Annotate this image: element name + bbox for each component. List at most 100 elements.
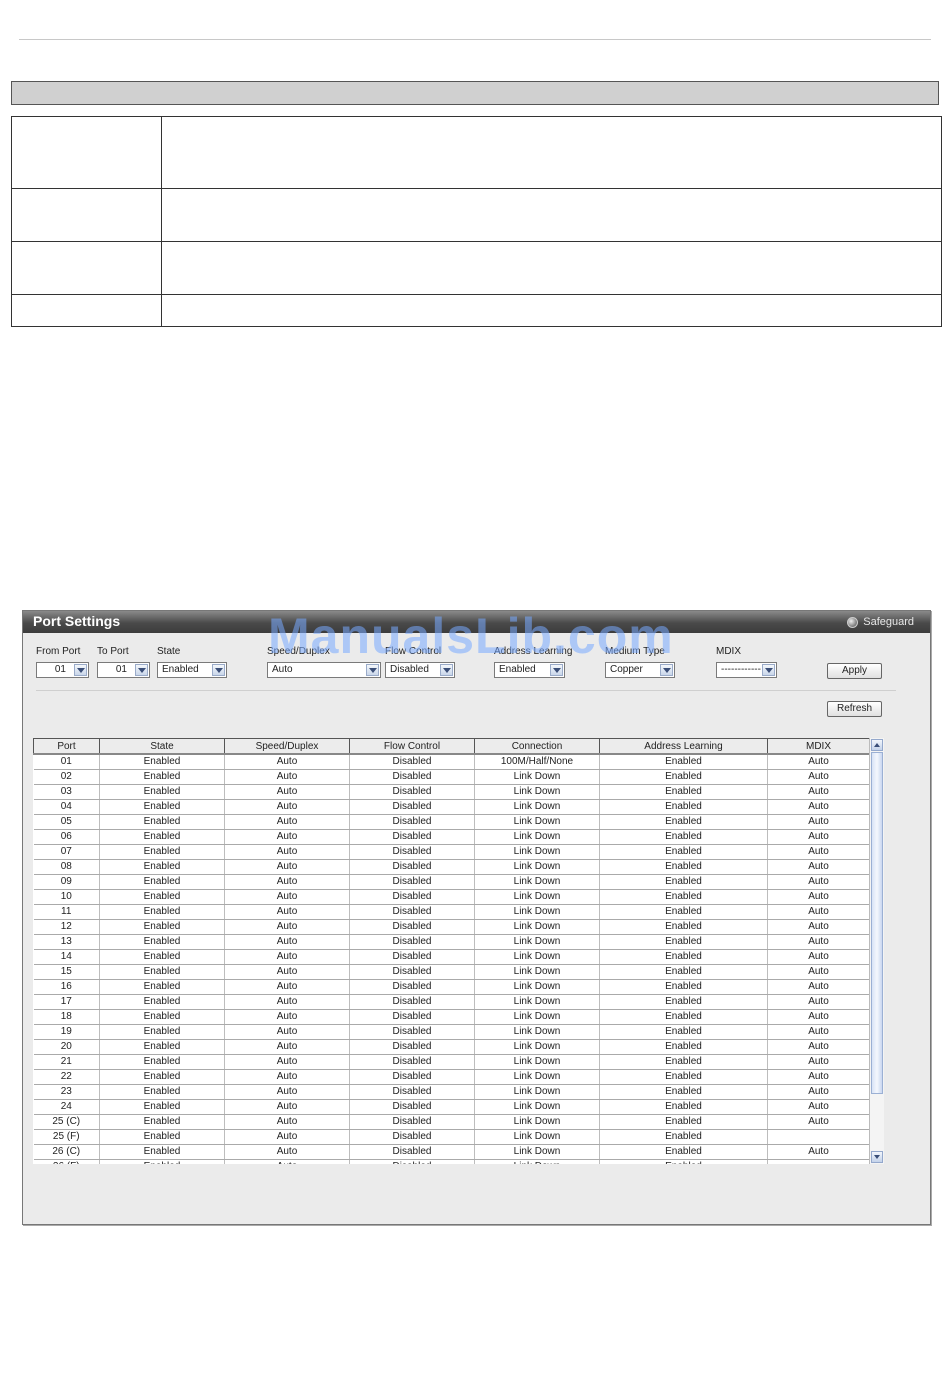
table-cell: Enabled xyxy=(599,799,768,815)
speed-duplex-select[interactable]: Auto xyxy=(267,662,381,678)
table-cell: Enabled xyxy=(99,904,225,920)
table-cell: Auto xyxy=(767,1024,869,1040)
panel-header: Port Settings Safeguard xyxy=(23,611,930,633)
table-cell: Auto xyxy=(224,769,350,785)
table-cell: Link Down xyxy=(474,1024,600,1040)
table-cell: Auto xyxy=(224,889,350,905)
table-cell: Auto xyxy=(767,874,869,890)
table-cell: Enabled xyxy=(599,1129,768,1145)
state-label: State xyxy=(157,646,181,657)
address-learning-select[interactable]: Enabled xyxy=(494,662,565,678)
table-cell: Link Down xyxy=(474,1159,600,1164)
refresh-button[interactable]: Refresh xyxy=(827,701,882,717)
table-cell: Auto xyxy=(767,769,869,785)
table-cell: Enabled xyxy=(99,874,225,890)
chevron-down-icon xyxy=(212,664,225,676)
table-cell: Auto xyxy=(767,799,869,815)
table-row: 11 Enabled Auto Disabled Link Down Enabled Aut… xyxy=(33,904,869,920)
safeguard-label: Safeguard xyxy=(863,616,914,628)
table-cell: Enabled xyxy=(99,1024,225,1040)
chevron-down-icon xyxy=(762,664,775,676)
table-cell: Auto xyxy=(767,904,869,920)
chevron-down-icon xyxy=(660,664,673,676)
table-row: 22 Enabled Auto Disabled Link Down Enabled Aut… xyxy=(33,1069,869,1085)
table-scrollbar[interactable] xyxy=(869,738,884,1164)
state-select[interactable]: Enabled xyxy=(157,662,227,678)
to-port-select[interactable]: 01 xyxy=(97,662,150,678)
table-cell: Enabled xyxy=(99,1099,225,1115)
table-cell: Auto xyxy=(767,1099,869,1115)
table-cell: 25 (F) xyxy=(33,1129,100,1145)
to-port-label: To Port xyxy=(97,646,129,657)
table-cell: Auto xyxy=(767,829,869,845)
controls-divider xyxy=(36,690,896,691)
table-cell: Enabled xyxy=(99,1009,225,1025)
table-cell: Link Down xyxy=(474,919,600,935)
scrollbar-thumb[interactable] xyxy=(871,752,883,1094)
table-cell: Auto xyxy=(767,934,869,950)
table-cell: Auto xyxy=(224,964,350,980)
table-cell: Disabled xyxy=(349,1054,475,1070)
table-cell: 16 xyxy=(33,979,100,995)
table-cell: Enabled xyxy=(99,754,225,770)
table-cell: 26 (F) xyxy=(33,1159,100,1164)
table-cell: Link Down xyxy=(474,994,600,1010)
table-cell: Enabled xyxy=(599,1144,768,1160)
port-settings-panel: Port Settings Safeguard From Port To Por… xyxy=(22,610,931,1225)
table-cell: Auto xyxy=(224,784,350,800)
table-cell: Disabled xyxy=(349,784,475,800)
table-cell: Auto xyxy=(767,994,869,1010)
table-cell: Enabled xyxy=(599,769,768,785)
table-cell: Enabled xyxy=(99,814,225,830)
from-port-select[interactable]: 01 xyxy=(36,662,89,678)
table-cell: Enabled xyxy=(599,949,768,965)
table-cell: 22 xyxy=(33,1069,100,1085)
table-cell: Auto xyxy=(224,979,350,995)
table-cell: Disabled xyxy=(349,1039,475,1055)
table-row: 20 Enabled Auto Disabled Link Down Enabled Aut… xyxy=(33,1039,869,1055)
from-port-value: 01 xyxy=(54,664,66,675)
medium-type-select[interactable]: Copper xyxy=(605,662,675,678)
table-cell: Disabled xyxy=(349,964,475,980)
table-cell: Disabled xyxy=(349,769,475,785)
table-row: 24 Enabled Auto Disabled Link Down Enabled Aut… xyxy=(33,1099,869,1115)
table-cell: Enabled xyxy=(599,844,768,860)
table-cell: 13 xyxy=(33,934,100,950)
table-cell: Auto xyxy=(767,1114,869,1130)
chevron-down-icon xyxy=(135,664,148,676)
table-cell: Auto xyxy=(767,814,869,830)
table-cell: Link Down xyxy=(474,964,600,980)
chevron-down-icon xyxy=(74,664,87,676)
table-cell: Enabled xyxy=(599,1039,768,1055)
table-cell: Disabled xyxy=(349,799,475,815)
apply-button[interactable]: Apply xyxy=(827,663,882,679)
table-cell: Enabled xyxy=(599,829,768,845)
table-cell: Link Down xyxy=(474,889,600,905)
table-cell: Disabled xyxy=(349,1084,475,1100)
mdix-select[interactable]: ------------ xyxy=(716,662,777,678)
table-cell: Enabled xyxy=(99,889,225,905)
flow-control-select[interactable]: Disabled xyxy=(385,662,455,678)
table-cell: Disabled xyxy=(349,919,475,935)
scroll-up-arrow-icon[interactable] xyxy=(871,739,883,751)
table-row: 04 Enabled Auto Disabled Link Down Enabled Aut… xyxy=(33,799,869,815)
table-cell: Disabled xyxy=(349,829,475,845)
table-row: 23 Enabled Auto Disabled Link Down Enabled Aut… xyxy=(33,1084,869,1100)
table-cell: Disabled xyxy=(349,889,475,905)
table-row: 05 Enabled Auto Disabled Link Down Enabled Aut… xyxy=(33,814,869,830)
table-cell: Enabled xyxy=(99,784,225,800)
table-row: 15 Enabled Auto Disabled Link Down Enabled Aut… xyxy=(33,964,869,980)
table-cell: Disabled xyxy=(349,994,475,1010)
table-cell: 11 xyxy=(33,904,100,920)
scroll-down-arrow-icon[interactable] xyxy=(871,1151,883,1163)
table-cell: Enabled xyxy=(599,874,768,890)
table-cell: Enabled xyxy=(599,859,768,875)
address-learning-value: Enabled xyxy=(499,664,536,675)
table-cell: Disabled xyxy=(349,949,475,965)
column-header: Flow Control xyxy=(349,738,475,755)
table-cell: Auto xyxy=(224,1159,350,1164)
table-cell: 02 xyxy=(33,769,100,785)
table-cell: Link Down xyxy=(474,1039,600,1055)
table-row: 12 Enabled Auto Disabled Link Down Enabled Aut… xyxy=(33,919,869,935)
to-port-value: 01 xyxy=(115,664,127,675)
